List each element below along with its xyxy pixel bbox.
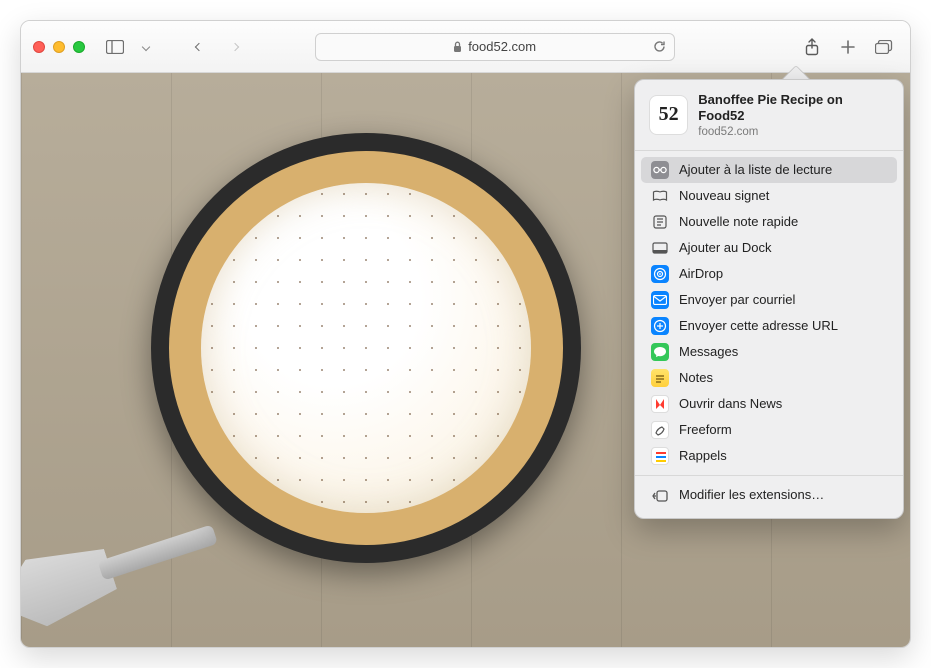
banoffee-pie-image bbox=[151, 133, 581, 563]
forward-button[interactable] bbox=[221, 34, 249, 60]
book-icon bbox=[651, 187, 669, 205]
window-controls bbox=[33, 41, 85, 53]
sidebar-toggle-button[interactable] bbox=[101, 34, 129, 60]
minimize-window-button[interactable] bbox=[53, 41, 65, 53]
reminders-icon bbox=[651, 447, 669, 465]
share-item-label: Messages bbox=[679, 344, 738, 359]
tab-overview-button[interactable] bbox=[870, 34, 898, 60]
share-popover: 52 Banoffee Pie Recipe on Food52 food52.… bbox=[634, 79, 904, 519]
zoom-window-button[interactable] bbox=[73, 41, 85, 53]
reload-icon bbox=[653, 40, 666, 53]
notes-icon bbox=[651, 369, 669, 387]
new-tab-button[interactable] bbox=[834, 34, 862, 60]
share-item-news[interactable]: Ouvrir dans News bbox=[641, 391, 897, 417]
share-item-bookmark[interactable]: Nouveau signet bbox=[641, 183, 897, 209]
address-bar[interactable]: food52.com bbox=[315, 33, 675, 61]
share-item-label: Envoyer par courriel bbox=[679, 292, 795, 307]
share-site-thumbnail: 52 bbox=[649, 95, 688, 135]
share-item-reminders[interactable]: Rappels bbox=[641, 443, 897, 469]
share-item-messages[interactable]: Messages bbox=[641, 339, 897, 365]
share-title: Banoffee Pie Recipe on Food52 bbox=[698, 92, 889, 125]
freeform-icon bbox=[651, 421, 669, 439]
address-bar-domain: food52.com bbox=[468, 39, 536, 54]
chevron-down-icon bbox=[142, 42, 150, 50]
share-item-reading-list[interactable]: Ajouter à la liste de lecture bbox=[641, 157, 897, 183]
sendurl-icon bbox=[651, 317, 669, 335]
tabs-icon bbox=[875, 40, 893, 54]
toolbar: food52.com bbox=[21, 21, 910, 73]
share-item-airdrop[interactable]: AirDrop bbox=[641, 261, 897, 287]
share-item-label: Nouvelle note rapide bbox=[679, 214, 798, 229]
airdrop-icon bbox=[651, 265, 669, 283]
separator bbox=[635, 150, 903, 151]
edit-extensions-item[interactable]: Modifier les extensions… bbox=[641, 482, 897, 508]
share-item-label: Rappels bbox=[679, 448, 727, 463]
news-icon bbox=[651, 395, 669, 413]
plus-icon bbox=[840, 39, 856, 55]
share-item-notes[interactable]: Notes bbox=[641, 365, 897, 391]
edit-extensions-label: Modifier les extensions… bbox=[679, 487, 824, 502]
mail-icon bbox=[651, 291, 669, 309]
share-header: 52 Banoffee Pie Recipe on Food52 food52.… bbox=[635, 80, 903, 148]
share-button[interactable] bbox=[798, 34, 826, 60]
glasses-icon bbox=[651, 161, 669, 179]
dock-icon bbox=[651, 239, 669, 257]
chevron-right-icon bbox=[231, 42, 239, 50]
share-item-mail[interactable]: Envoyer par courriel bbox=[641, 287, 897, 313]
share-item-freeform[interactable]: Freeform bbox=[641, 417, 897, 443]
share-item-sendurl[interactable]: Envoyer cette adresse URL bbox=[641, 313, 897, 339]
share-subtitle: food52.com bbox=[698, 126, 889, 138]
reload-button[interactable] bbox=[653, 40, 666, 53]
share-menu: Ajouter à la liste de lecture Nouveau sig… bbox=[635, 153, 903, 473]
edit-extensions-icon bbox=[651, 486, 669, 504]
sidebar-icon bbox=[106, 40, 124, 54]
share-item-label: Ouvrir dans News bbox=[679, 396, 782, 411]
chevron-left-icon bbox=[195, 42, 203, 50]
note-icon bbox=[651, 213, 669, 231]
messages-icon bbox=[651, 343, 669, 361]
share-item-label: Envoyer cette adresse URL bbox=[679, 318, 838, 333]
share-item-quicknote[interactable]: Nouvelle note rapide bbox=[641, 209, 897, 235]
share-item-dock[interactable]: Ajouter au Dock bbox=[641, 235, 897, 261]
lock-icon bbox=[453, 41, 462, 53]
share-item-label: Nouveau signet bbox=[679, 188, 769, 203]
share-item-label: Freeform bbox=[679, 422, 732, 437]
share-item-label: AirDrop bbox=[679, 266, 723, 281]
share-item-label: Ajouter à la liste de lecture bbox=[679, 162, 832, 177]
safari-window: food52.com 52 bbox=[20, 20, 911, 648]
back-button[interactable] bbox=[185, 34, 213, 60]
share-item-label: Ajouter au Dock bbox=[679, 240, 772, 255]
share-icon bbox=[804, 38, 820, 56]
tab-group-menu-button[interactable] bbox=[137, 34, 155, 60]
close-window-button[interactable] bbox=[33, 41, 45, 53]
separator bbox=[635, 475, 903, 476]
share-item-label: Notes bbox=[679, 370, 713, 385]
